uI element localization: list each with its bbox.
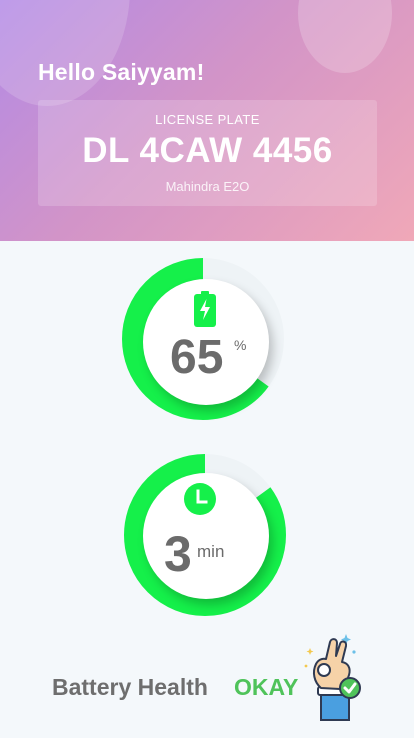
battery-health-status: OKAY	[234, 674, 299, 700]
clock-icon	[184, 483, 216, 515]
battery-percentage-value: 65	[170, 331, 224, 384]
battery-gauge: 65 %	[122, 258, 284, 420]
charge-time-unit: min	[197, 542, 225, 561]
ok-hand-icon	[304, 634, 361, 721]
vehicle-model: Mahindra E2O	[165, 179, 250, 194]
license-plate-number: DL 4CAW 4456	[82, 131, 333, 170]
battery-charging-icon	[194, 291, 216, 327]
license-plate-label: LICENSE PLATE	[155, 112, 260, 127]
license-plate-card[interactable]: LICENSE PLATE DL 4CAW 4456 Mahindra E2O	[38, 100, 377, 206]
battery-percentage-unit: %	[234, 337, 247, 353]
decorative-circle	[298, 0, 392, 73]
decorative-circle	[0, 0, 130, 106]
charge-time-value: 3	[164, 526, 192, 582]
profile-header: Hello Saiyyam! LICENSE PLATE DL 4CAW 445…	[0, 0, 414, 241]
greeting-text: Hello Saiyyam!	[38, 59, 205, 85]
time-gauge: 3 min	[124, 454, 286, 616]
battery-health-label: Battery Health	[52, 674, 208, 700]
